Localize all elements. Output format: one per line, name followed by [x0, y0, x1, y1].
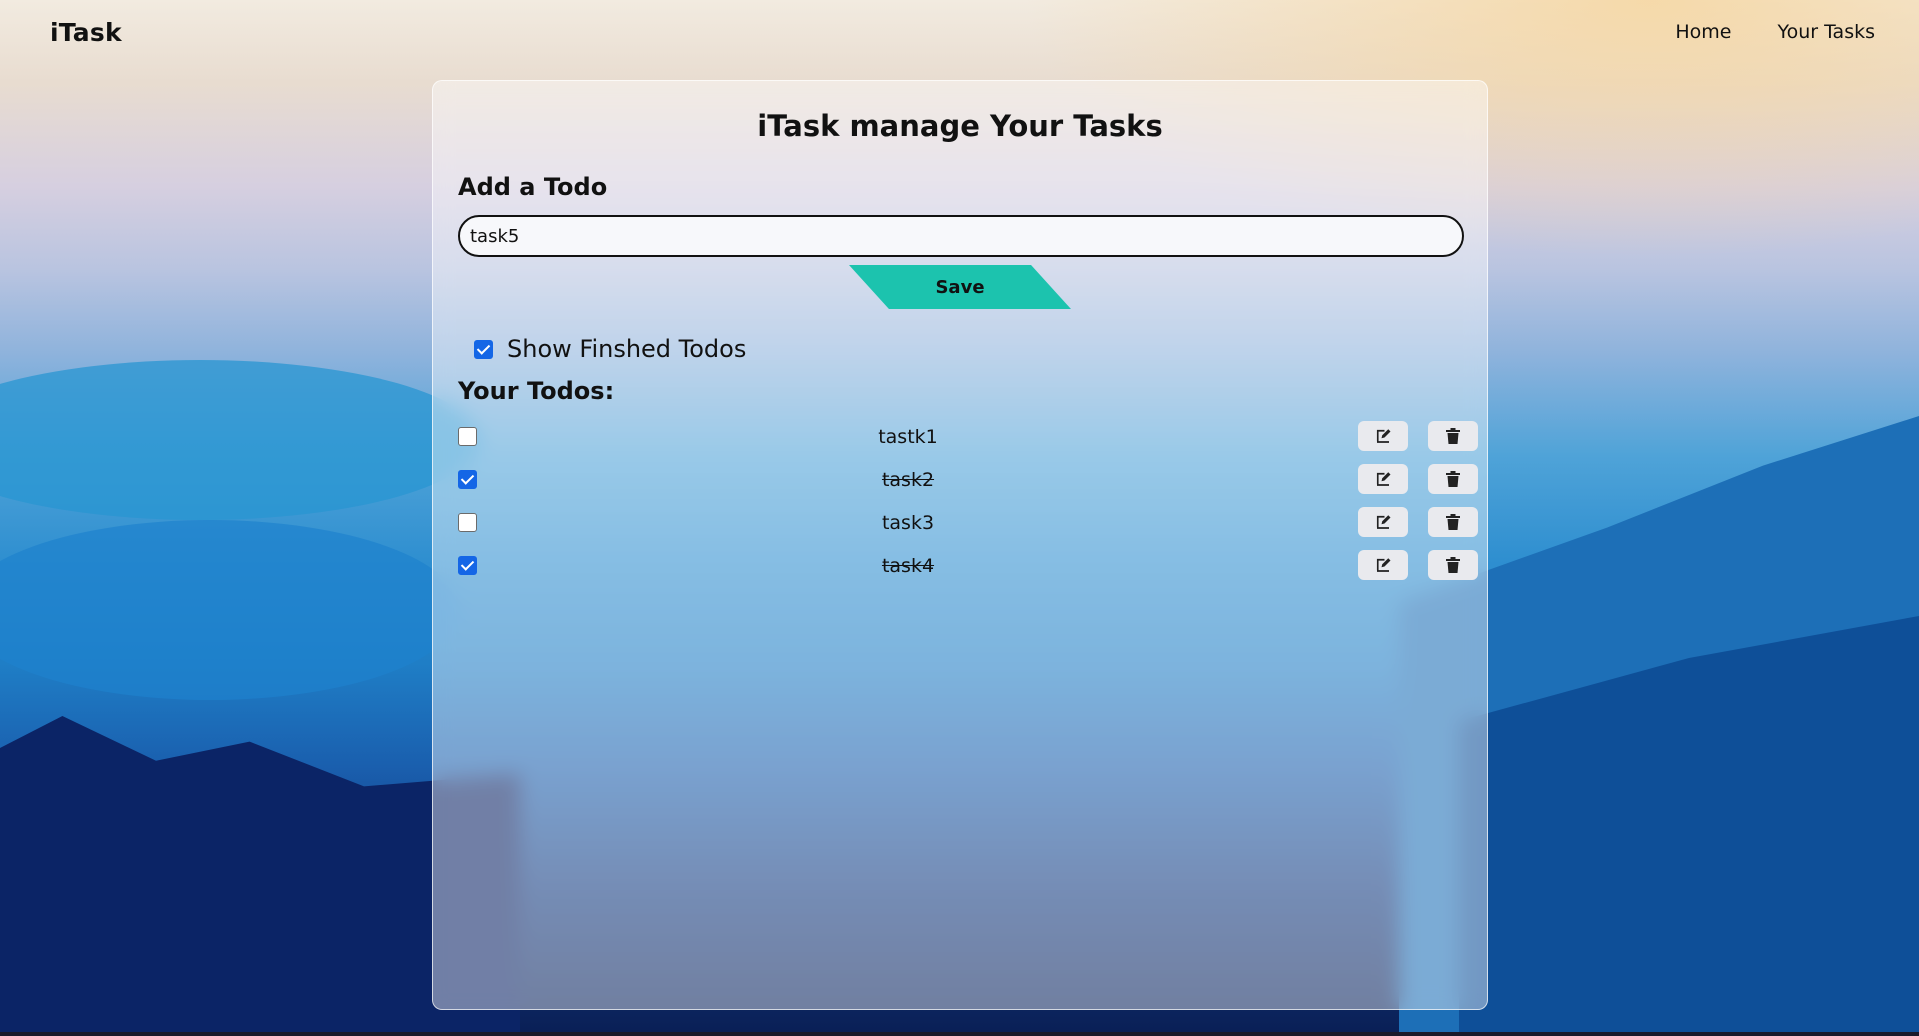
your-todos-heading: Your Todos: — [458, 377, 615, 405]
add-todo-heading: Add a Todo — [458, 173, 608, 201]
show-finished-toggle[interactable]: Show Finshed Todos — [474, 335, 1462, 363]
show-finished-checkbox[interactable] — [474, 339, 493, 359]
todo-checkbox[interactable] — [458, 556, 477, 575]
todo-input[interactable] — [458, 215, 1464, 257]
save-button[interactable]: Save — [849, 265, 1071, 309]
trash-icon — [1446, 557, 1460, 573]
edit-icon — [1376, 515, 1391, 529]
todo-checkbox[interactable] — [458, 513, 477, 532]
todo-card: iTask manage Your Tasks Add a Todo Save … — [432, 80, 1488, 1010]
delete-button[interactable] — [1428, 507, 1478, 537]
todo-item: task4 — [458, 546, 1478, 585]
page-title: iTask manage Your Tasks — [757, 109, 1163, 143]
delete-button[interactable] — [1428, 464, 1478, 494]
navbar: iTask Home Your Tasks — [0, 0, 1919, 64]
todo-text: task2 — [881, 469, 935, 491]
brand-logo[interactable]: iTask — [50, 18, 122, 47]
delete-button[interactable] — [1428, 421, 1478, 451]
nav-link-your-tasks[interactable]: Your Tasks — [1777, 21, 1875, 43]
edit-button[interactable] — [1358, 464, 1408, 494]
todo-text: task4 — [881, 555, 935, 577]
trash-icon — [1446, 514, 1460, 530]
edit-button[interactable] — [1358, 421, 1408, 451]
nav-link-home[interactable]: Home — [1675, 21, 1731, 43]
edit-icon — [1376, 472, 1391, 486]
edit-button[interactable] — [1358, 507, 1408, 537]
nav-links: Home Your Tasks — [1675, 21, 1875, 43]
todo-text: task3 — [881, 512, 935, 534]
todo-checkbox[interactable] — [458, 427, 477, 446]
edit-button[interactable] — [1358, 550, 1408, 580]
todo-item: task2 — [458, 460, 1478, 499]
todo-checkbox[interactable] — [458, 470, 477, 489]
save-wrap: Save — [458, 265, 1462, 309]
edit-icon — [1376, 558, 1391, 572]
trash-icon — [1446, 471, 1460, 487]
edit-icon — [1376, 429, 1391, 443]
todo-list: tastk1 task2 task3 task4 — [458, 417, 1478, 585]
show-finished-label: Show Finshed Todos — [507, 335, 747, 363]
todo-item: tastk1 — [458, 417, 1478, 456]
delete-button[interactable] — [1428, 550, 1478, 580]
todo-text: tastk1 — [878, 426, 938, 448]
todo-item: task3 — [458, 503, 1478, 542]
trash-icon — [1446, 428, 1460, 444]
